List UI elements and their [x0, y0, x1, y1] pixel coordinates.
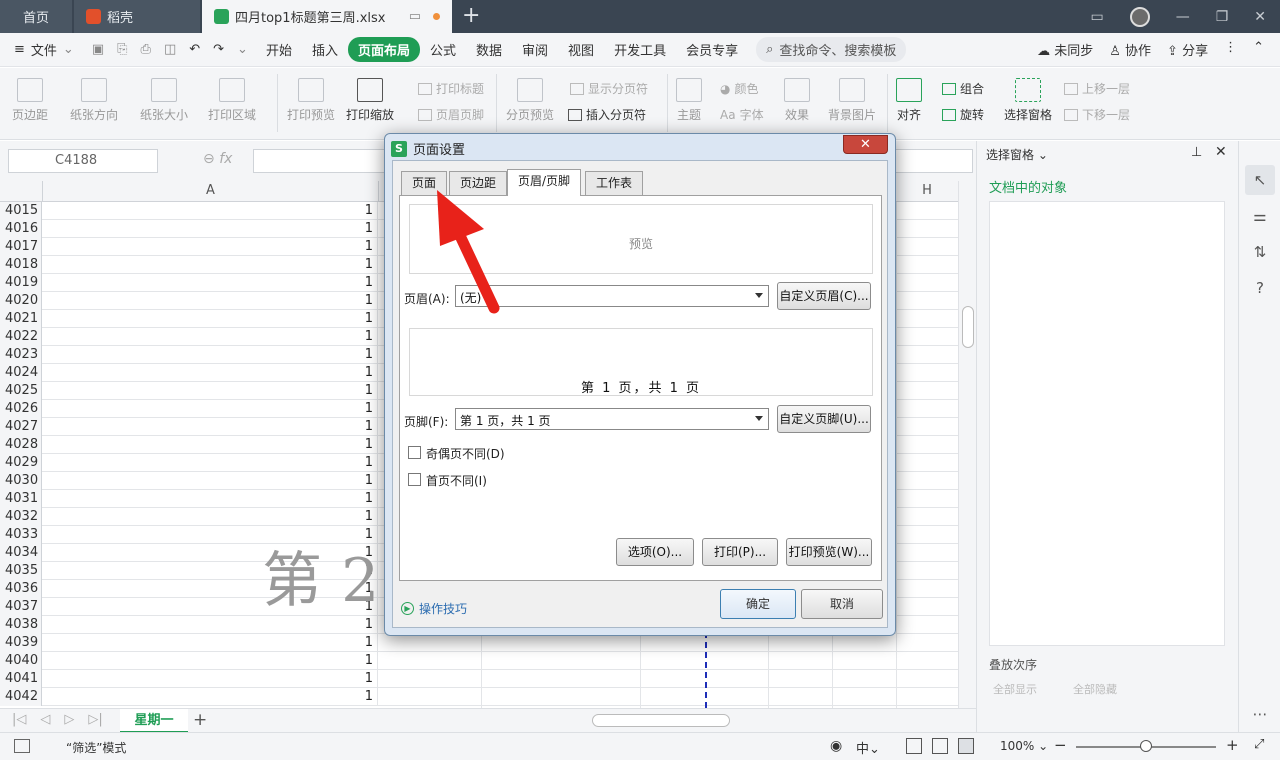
tab-header-footer[interactable]: 页眉/页脚: [507, 169, 582, 196]
annotation-arrow-icon: [437, 190, 500, 314]
